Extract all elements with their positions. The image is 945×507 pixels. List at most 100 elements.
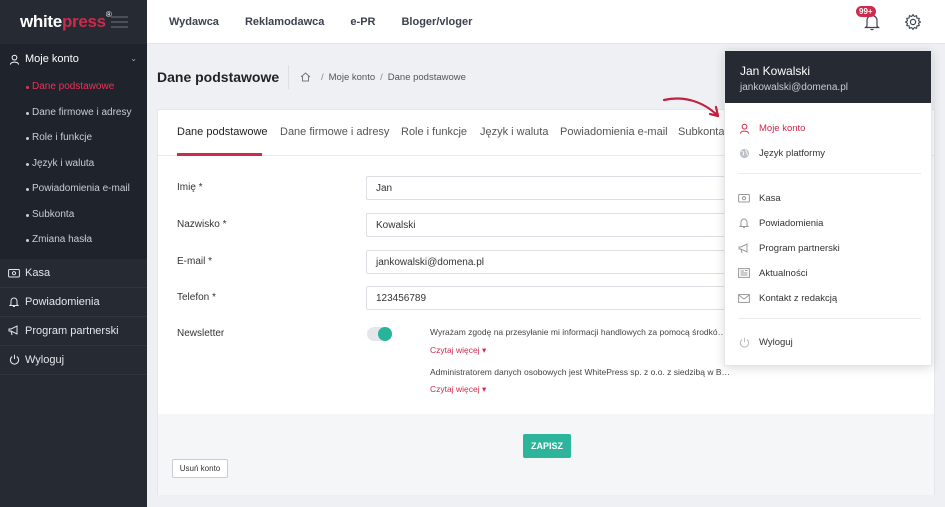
read-more-link[interactable]: Czytaj więcej ▾ — [430, 384, 486, 395]
breadcrumb: / Moje konto / Dane podstawowe — [288, 65, 466, 89]
tab-company-data[interactable]: Dane firmowe i adresy — [280, 126, 389, 138]
dropdown-item-platform-language[interactable]: Język platformy — [738, 146, 825, 160]
phone-label: Telefon * — [177, 292, 216, 303]
sidebar-section-account: Moje konto ⌄ Dane podstawowe Dane firmow… — [0, 44, 147, 259]
breadcrumb-separator: / — [380, 71, 383, 83]
sidebar-subitem-basic-data[interactable]: Dane podstawowe — [0, 74, 147, 100]
dropdown-item-cash[interactable]: Kasa — [738, 191, 781, 205]
form-footer: ZAPISZ Usuń konto — [158, 414, 934, 495]
home-icon[interactable] — [299, 71, 311, 83]
sidebar-subitem-company-data[interactable]: Dane firmowe i adresy — [0, 100, 147, 126]
top-nav: Wydawca Reklamodawca e-PR Bloger/vloger — [169, 0, 498, 44]
sidebar-item-cash[interactable]: Kasa — [0, 259, 147, 288]
bell-icon — [738, 217, 750, 229]
globe-icon — [738, 147, 750, 159]
first-name-input[interactable]: Jan — [366, 176, 736, 200]
tab-email-notifications[interactable]: Powiadomienia e-mail — [560, 126, 668, 138]
wallet-icon — [8, 267, 20, 279]
newspaper-icon — [738, 267, 750, 279]
wallet-icon — [738, 192, 750, 204]
sidebar-subitem-label: Dane firmowe i adresy — [32, 106, 132, 118]
sidebar: whitepress® Moje konto ⌄ Dane podstawowe… — [0, 0, 147, 507]
dropdown-item-news[interactable]: Aktualności — [738, 266, 808, 280]
dropdown-item-label: Kontakt z redakcją — [759, 292, 838, 304]
page-title: Dane podstawowe — [157, 69, 280, 85]
newsletter-toggle[interactable] — [367, 327, 392, 341]
dropdown-item-partner-program[interactable]: Program partnerski — [738, 241, 840, 255]
sidebar-subitem-subaccounts[interactable]: Subkonta — [0, 202, 147, 228]
megaphone-icon — [738, 242, 750, 254]
sidebar-item-logout[interactable]: Wyloguj — [0, 346, 147, 375]
envelope-icon — [738, 292, 750, 304]
topnav-item-epr[interactable]: e-PR — [350, 16, 375, 28]
phone-input[interactable]: 123456789 — [366, 286, 736, 310]
dropdown-item-label: Kasa — [759, 192, 781, 204]
tab-subaccounts[interactable]: Subkonta — [678, 126, 724, 138]
dropdown-item-label: Język platformy — [759, 147, 825, 159]
sidebar-subitem-language[interactable]: Język i waluta — [0, 151, 147, 177]
dropdown-item-notifications[interactable]: Powiadomienia — [738, 216, 823, 230]
power-icon — [738, 336, 750, 348]
sidebar-subitem-label: Subkonta — [32, 208, 75, 220]
dropdown-item-label: Aktualności — [759, 267, 808, 279]
sidebar-subitem-change-password[interactable]: Zmiana hasła — [0, 227, 147, 253]
tab-roles[interactable]: Role i funkcje — [401, 126, 467, 138]
dropdown-item-logout[interactable]: Wyloguj — [738, 335, 793, 349]
read-more-label: Czytaj więcej — [430, 345, 480, 355]
active-tab-indicator — [177, 153, 262, 156]
tab-language[interactable]: Język i waluta — [480, 126, 548, 138]
sidebar-item-label: Kasa — [25, 266, 51, 279]
user-name: Jan Kowalski — [740, 64, 811, 78]
read-more-link[interactable]: Czytaj więcej ▾ — [430, 345, 486, 356]
topnav-item-advertiser[interactable]: Reklamodawca — [245, 16, 324, 28]
marketing-consent-text: Wyrażam zgodę na przesyłanie mi informac… — [430, 327, 730, 337]
logo[interactable]: whitepress® — [20, 10, 112, 32]
hamburger-icon[interactable] — [111, 16, 128, 31]
top-bar: Wydawca Reklamodawca e-PR Bloger/vloger … — [147, 0, 945, 44]
sidebar-subitem-label: Język i waluta — [32, 157, 95, 169]
tab-basic-data[interactable]: Dane podstawowe — [177, 126, 268, 138]
breadcrumb-my-account[interactable]: Moje konto — [329, 72, 375, 83]
dropdown-item-my-account[interactable]: Moje konto — [738, 121, 805, 135]
dropdown-item-label: Program partnerski — [759, 242, 840, 254]
last-name-label: Nazwisko * — [177, 219, 227, 230]
dropdown-item-label: Powiadomienia — [759, 217, 824, 229]
sidebar-subitem-label: Zmiana hasła — [32, 234, 93, 246]
notification-count-badge: 99+ — [856, 6, 876, 17]
megaphone-icon — [8, 325, 20, 337]
user-icon — [8, 53, 20, 65]
sidebar-section-title: Moje konto — [25, 53, 79, 65]
account-dropdown: Jan Kowalski jankowalski@domena.pl Moje … — [724, 50, 932, 366]
topnav-item-blogger[interactable]: Bloger/vloger — [401, 16, 472, 28]
sidebar-subitem-label: Powiadomienia e-mail — [32, 183, 130, 195]
last-name-input[interactable]: Kowalski — [366, 213, 736, 237]
sidebar-subitem-email-notifications[interactable]: Powiadomienia e-mail — [0, 176, 147, 202]
power-icon — [8, 354, 20, 366]
sidebar-subitem-roles[interactable]: Role i funkcje — [0, 125, 147, 151]
first-name-value: Jan — [376, 182, 393, 194]
chevron-down-icon: ⌄ — [130, 54, 137, 63]
user-email: jankowalski@domena.pl — [740, 82, 848, 93]
sidebar-item-partner-program[interactable]: Program partnerski — [0, 317, 147, 346]
email-input[interactable]: jankowalski@domena.pl — [366, 250, 736, 274]
gdpr-info-text: Administratorem danych osobowych jest Wh… — [430, 367, 730, 377]
breadcrumb-current: Dane podstawowe — [387, 71, 466, 83]
sidebar-item-notifications[interactable]: Powiadomienia — [0, 288, 147, 317]
dropdown-item-contact-editors[interactable]: Kontakt z redakcją — [738, 291, 837, 305]
user-icon — [738, 122, 750, 134]
toggle-knob — [378, 327, 392, 341]
first-name-label: Imię * — [177, 182, 203, 193]
dropdown-divider — [738, 173, 921, 174]
bell-icon — [8, 296, 20, 308]
dropdown-item-label: Wyloguj — [759, 336, 793, 348]
delete-account-button[interactable]: Usuń konto — [172, 459, 228, 478]
save-button[interactable]: ZAPISZ — [523, 434, 571, 458]
newsletter-label: Newsletter — [177, 328, 225, 339]
sidebar-item-my-account[interactable]: Moje konto ⌄ — [0, 44, 147, 74]
topnav-item-publisher[interactable]: Wydawca — [169, 16, 219, 28]
logo-text: white — [20, 12, 62, 31]
sidebar-item-label: Wyloguj — [25, 353, 65, 366]
dropdown-header: Jan Kowalski jankowalski@domena.pl — [725, 51, 931, 103]
logo-accent-text: press — [61, 12, 106, 31]
gear-icon[interactable] — [904, 13, 922, 31]
